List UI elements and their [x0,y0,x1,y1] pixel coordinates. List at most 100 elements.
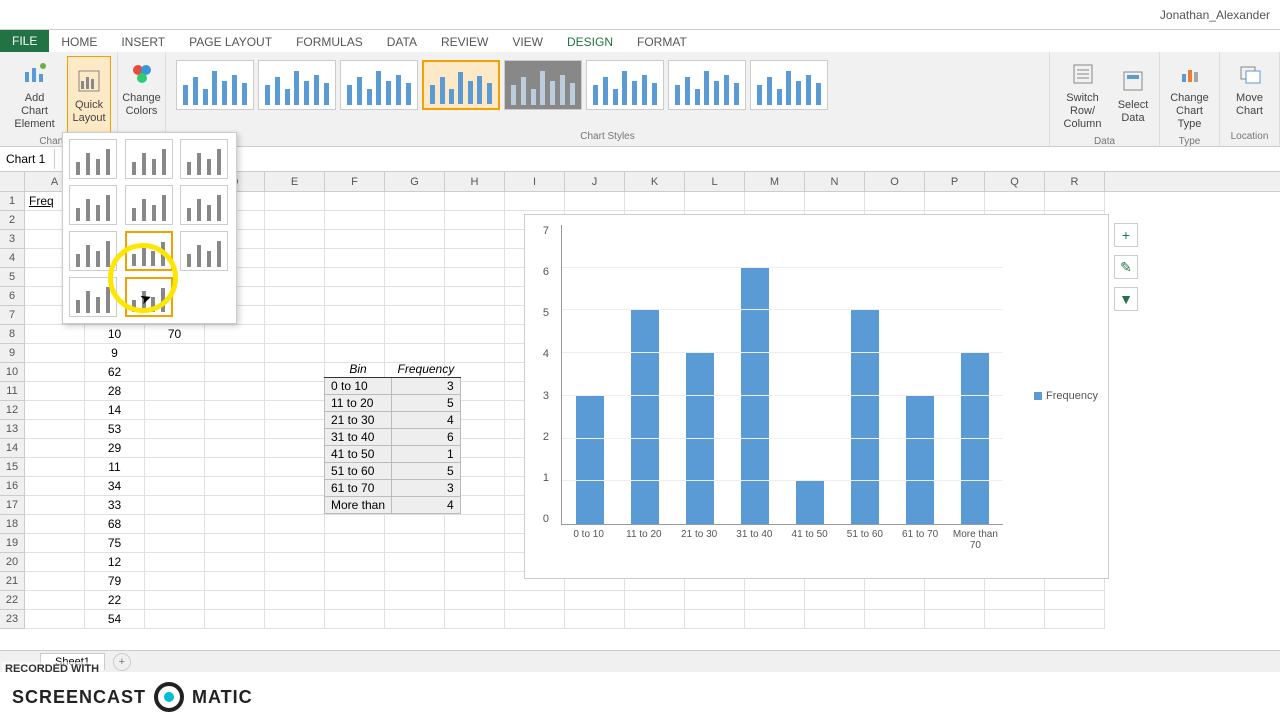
col-header-P[interactable]: P [925,172,985,191]
cell[interactable] [325,572,385,591]
tab-view[interactable]: VIEW [500,32,555,52]
col-header-F[interactable]: F [325,172,385,191]
cell[interactable] [265,591,325,610]
cell[interactable] [685,610,745,629]
change-colors-button[interactable]: Change Colors [124,56,159,120]
quick-layout-button[interactable]: Quick Layout [67,56,111,134]
cell[interactable] [145,439,205,458]
cell[interactable]: 29 [85,439,145,458]
col-header-H[interactable]: H [445,172,505,191]
cell[interactable] [205,477,265,496]
cell[interactable] [925,591,985,610]
row-header-5[interactable]: 5 [0,268,25,287]
cell[interactable] [805,192,865,211]
row-header-15[interactable]: 15 [0,458,25,477]
cell[interactable] [745,591,805,610]
chart-bar[interactable] [906,396,934,524]
cell[interactable] [205,382,265,401]
row-header-6[interactable]: 6 [0,287,25,306]
cell[interactable] [325,610,385,629]
cell[interactable] [565,591,625,610]
cell[interactable] [25,534,85,553]
cell[interactable]: 10 [85,325,145,344]
cell[interactable] [325,306,385,325]
cell[interactable]: 53 [85,420,145,439]
chart-style-7[interactable] [668,60,746,110]
cell[interactable] [145,458,205,477]
cell[interactable] [145,591,205,610]
cell[interactable] [325,268,385,287]
cell[interactable] [385,325,445,344]
row-header-1[interactable]: 1 [0,192,25,211]
cell[interactable]: 9 [85,344,145,363]
cell[interactable] [205,344,265,363]
cell[interactable] [145,496,205,515]
cell[interactable] [205,534,265,553]
cell[interactable] [265,458,325,477]
cell[interactable] [205,515,265,534]
tab-page-layout[interactable]: PAGE LAYOUT [177,32,284,52]
cell[interactable] [325,249,385,268]
cell[interactable] [265,211,325,230]
chart-bar[interactable] [796,481,824,524]
cell[interactable] [325,553,385,572]
cell[interactable] [445,553,505,572]
cell[interactable]: 68 [85,515,145,534]
cell[interactable] [325,325,385,344]
chart-bar[interactable] [576,396,604,524]
cell[interactable] [565,610,625,629]
chart-style-2[interactable] [258,60,336,110]
cell[interactable] [265,192,325,211]
layout-8[interactable] [125,231,173,271]
cell[interactable]: 28 [85,382,145,401]
cell[interactable]: 33 [85,496,145,515]
cell[interactable] [265,230,325,249]
cell[interactable] [925,192,985,211]
cell[interactable] [145,401,205,420]
cell[interactable] [145,344,205,363]
cell[interactable] [385,268,445,287]
layout-9[interactable] [180,231,228,271]
row-header-13[interactable]: 13 [0,420,25,439]
cell[interactable] [205,458,265,477]
chart-style-8[interactable] [750,60,828,110]
add-chart-element-button[interactable]: Add Chart Element [6,56,63,134]
cell[interactable] [325,287,385,306]
layout-5[interactable] [125,185,173,225]
cell[interactable] [865,591,925,610]
col-header-L[interactable]: L [685,172,745,191]
row-header-17[interactable]: 17 [0,496,25,515]
cell[interactable] [625,610,685,629]
cell[interactable]: 12 [85,553,145,572]
layout-1[interactable] [69,139,117,179]
cell[interactable] [145,477,205,496]
col-header-I[interactable]: I [505,172,565,191]
row-header-11[interactable]: 11 [0,382,25,401]
cell[interactable] [265,553,325,572]
cell[interactable] [25,439,85,458]
cell[interactable] [25,325,85,344]
cell[interactable]: 54 [85,610,145,629]
row-header-3[interactable]: 3 [0,230,25,249]
cell[interactable] [385,192,445,211]
cell[interactable] [625,192,685,211]
cell[interactable] [445,325,505,344]
cell[interactable] [565,192,625,211]
row-header-12[interactable]: 12 [0,401,25,420]
layout-3[interactable] [180,139,228,179]
cell[interactable]: 22 [85,591,145,610]
layout-10[interactable] [69,277,117,317]
layout-7[interactable] [69,231,117,271]
cell[interactable] [265,268,325,287]
add-sheet-button[interactable]: + [113,653,131,671]
tab-data[interactable]: DATA [375,32,429,52]
cell[interactable] [265,515,325,534]
cell[interactable] [145,572,205,591]
name-box-input[interactable] [0,149,55,169]
cell[interactable] [25,382,85,401]
cell[interactable]: 34 [85,477,145,496]
col-header-M[interactable]: M [745,172,805,191]
cell[interactable]: 14 [85,401,145,420]
cell[interactable]: 70 [145,325,205,344]
col-header-K[interactable]: K [625,172,685,191]
